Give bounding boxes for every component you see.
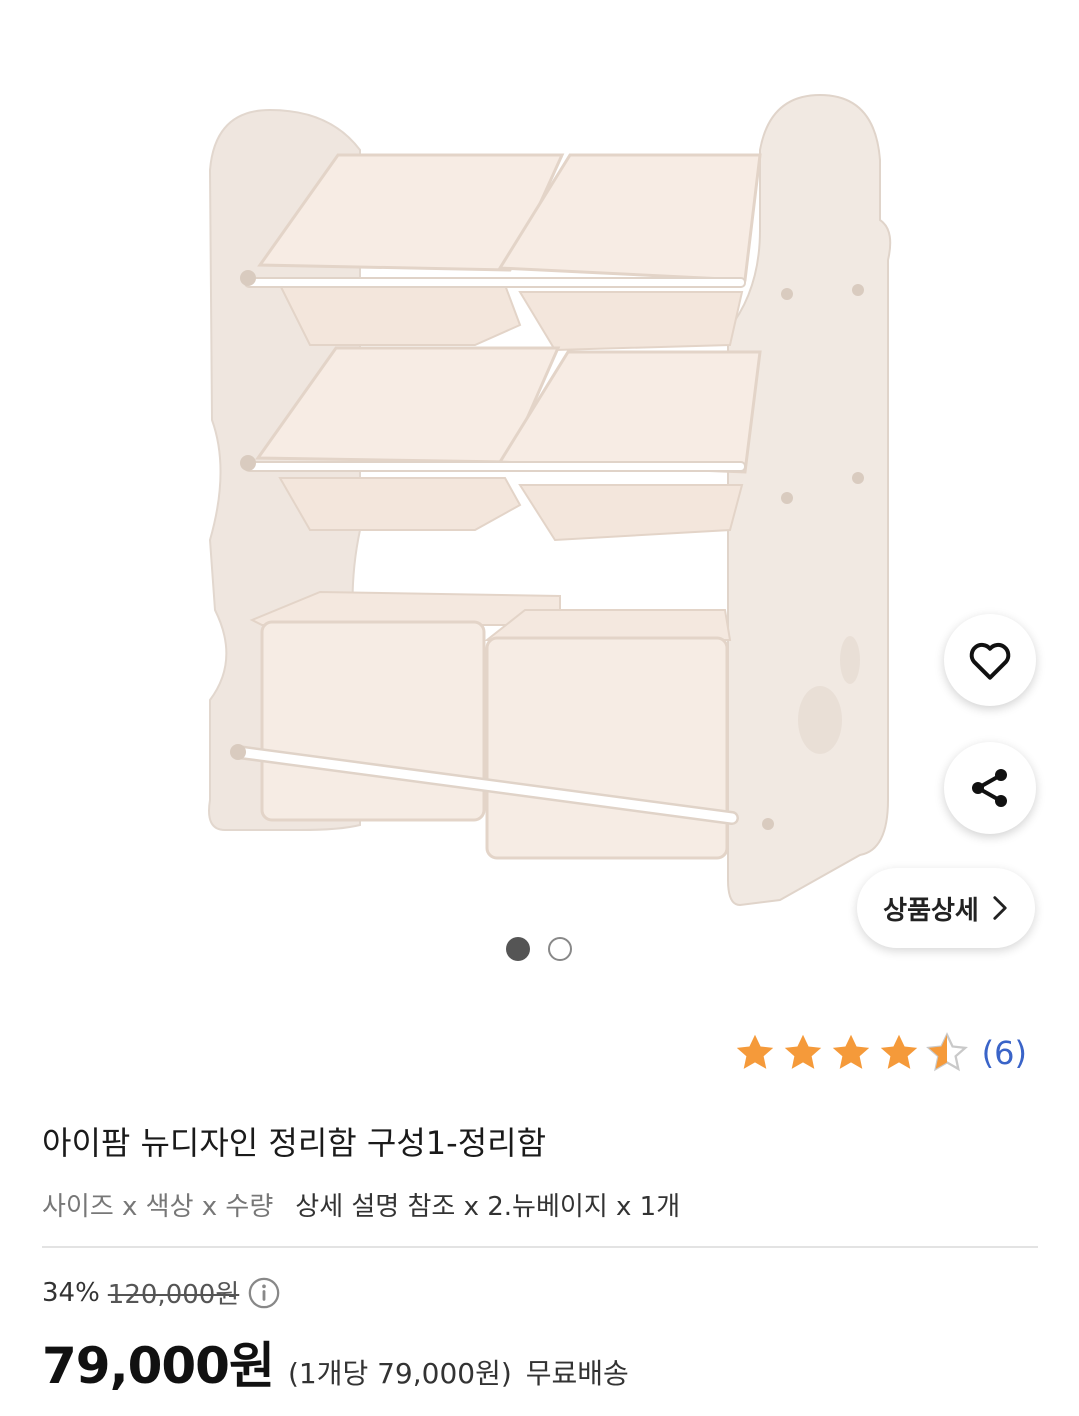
info-icon[interactable] xyxy=(247,1276,281,1310)
share-icon xyxy=(972,769,1007,807)
rating-summary[interactable]: (6) xyxy=(732,1030,1027,1076)
star-icon-full xyxy=(880,1034,917,1069)
product-detail-label: 상품상세 xyxy=(883,895,979,926)
star-icon-full xyxy=(832,1034,869,1069)
discount-row: 34% 120,000원 xyxy=(42,1274,281,1311)
review-count[interactable]: (6) xyxy=(982,1034,1027,1072)
pagination-dot-active[interactable] xyxy=(506,937,530,961)
sale-price: 79,000원 xyxy=(42,1337,275,1395)
share-button[interactable] xyxy=(944,742,1036,834)
rating-stars xyxy=(732,1030,970,1076)
option-label: 사이즈 x 색상 x 수량 xyxy=(42,1192,274,1222)
star-icon-full xyxy=(784,1034,821,1069)
chevron-right-icon xyxy=(993,896,1007,920)
shipping-info: 무료배송 xyxy=(525,1357,629,1390)
wishlist-button[interactable] xyxy=(944,614,1036,706)
product-detail-button[interactable]: 상품상세 xyxy=(857,868,1035,948)
original-price: 120,000원 xyxy=(107,1280,240,1310)
product-image xyxy=(208,93,892,907)
option-value: 상세 설명 참조 x 2.뉴베이지 x 1개 xyxy=(295,1192,681,1222)
product-title: 아이팜 뉴디자인 정리함 구성1-정리함 xyxy=(42,1124,547,1162)
price-row: 79,000원 (1개당 79,000원) 무료배송 xyxy=(42,1326,629,1398)
product-gallery[interactable]: 상품상세 xyxy=(0,0,1079,990)
unit-price: (1개당 79,000원) xyxy=(287,1357,512,1390)
gallery-pagination xyxy=(506,937,572,961)
star-icon-half xyxy=(925,1032,968,1072)
divider xyxy=(42,1246,1038,1248)
selected-options: 사이즈 x 색상 x 수량 상세 설명 참조 x 2.뉴베이지 x 1개 xyxy=(42,1186,680,1223)
discount-percent: 34% xyxy=(42,1277,100,1308)
heart-icon xyxy=(969,642,1011,680)
star-icon-full xyxy=(736,1034,773,1069)
pagination-dot[interactable] xyxy=(548,937,572,961)
